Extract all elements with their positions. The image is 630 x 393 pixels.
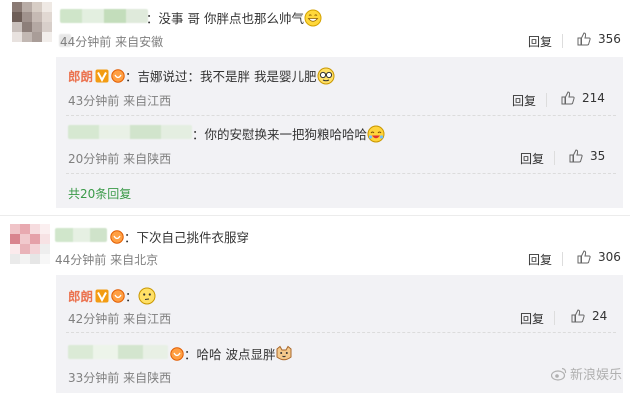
divider [66,173,616,174]
verified-v-icon [95,69,109,83]
avatar[interactable] [12,2,52,42]
like-button[interactable]: 306 [577,250,621,264]
fan-badge-icon [111,69,125,83]
sub-reply-author[interactable]: 郎朗 [68,69,93,84]
sub-reply-meta: 33分钟前 来自陕西 [68,371,172,385]
username-redacted[interactable] [60,9,148,23]
thumbs-up-icon [561,91,575,105]
grin-emoji-icon [304,9,322,27]
fan-badge-icon [170,347,184,361]
divider [0,215,630,216]
divider [66,115,616,116]
sub-reply-text: 郎朗： [68,286,156,305]
think-emoji-icon [138,287,156,305]
divider [562,252,563,266]
thumbs-up-icon [577,250,591,264]
divider [546,93,547,107]
comment-text: ：下次自己挑件衣服穿 [108,227,249,246]
more-replies-link[interactable]: 共20条回复 [68,185,131,202]
cat-emoji-icon [276,345,292,361]
sub-reply-meta: 20分钟前 来自陕西 [68,152,172,166]
sub-reply-meta: 43分钟前 来自江西 [68,94,172,108]
reply-button[interactable]: 回复 [512,92,536,109]
reply-button[interactable]: 回复 [528,33,552,50]
divider [554,311,555,325]
divider [66,332,616,333]
glasses-emoji-icon [317,67,334,85]
fan-badge-icon [111,289,125,303]
divider [554,151,555,165]
comment-text: ：没事 哥 你胖点也那么帅气 [146,8,322,27]
fan-badge-icon [110,230,124,244]
sub-reply-author[interactable]: 郎朗 [68,289,93,304]
like-button[interactable]: 214 [561,91,605,105]
reply-button[interactable]: 回复 [528,251,552,268]
username-redacted[interactable] [55,228,107,242]
sub-reply-text: 郎朗 ：吉娜说过：我不是胖 我是婴儿肥 [68,66,335,85]
avatar[interactable] [10,224,50,264]
reply-button[interactable]: 回复 [520,310,544,327]
divider [562,34,563,48]
like-button[interactable]: 35 [569,149,605,163]
thumbs-up-icon [571,309,585,323]
reply-button[interactable]: 回复 [520,150,544,167]
weibo-logo-icon [550,367,567,381]
sub-reply-meta: 42分钟前 来自江西 [68,312,172,326]
comment-meta: 44分钟前 来自北京 [55,253,159,267]
laugh-emoji-icon [367,125,385,143]
thumbs-up-icon [577,32,591,46]
username-redacted[interactable] [68,345,168,359]
verified-v-icon [95,289,109,303]
sub-reply-text: ：哈哈 波点显胖 [168,344,293,363]
comment-meta: 44分钟前 来自安徽 [60,35,164,49]
username-redacted[interactable] [68,125,192,139]
sub-reply-text: ：你的安慰换来一把狗粮哈哈哈 [192,124,385,143]
like-button[interactable]: 24 [571,309,607,323]
like-button[interactable]: 356 [577,32,621,46]
watermark: 新浪娱乐 [550,364,622,383]
thumbs-up-icon [569,149,583,163]
